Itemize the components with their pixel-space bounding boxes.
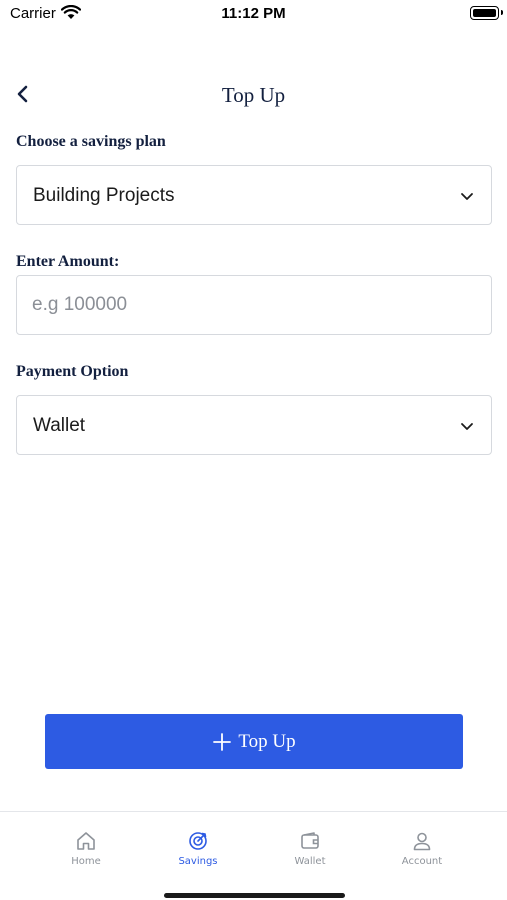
battery-icon [470, 6, 503, 20]
plan-label: Choose a savings plan [16, 133, 166, 150]
chevron-down-icon [461, 423, 473, 430]
status-time: 11:12 PM [221, 5, 286, 22]
home-icon [77, 832, 95, 850]
plus-icon [213, 732, 232, 751]
tab-bar: Home Savings Wallet Account [0, 811, 507, 900]
tab-wallet[interactable]: Wallet [265, 830, 355, 867]
payment-label: Payment Option [16, 363, 129, 380]
chevron-down-icon [461, 193, 473, 200]
status-bar: Carrier 11:12 PM [0, 0, 507, 30]
amount-label: Enter Amount: [16, 253, 120, 270]
tab-savings[interactable]: Savings [153, 830, 243, 867]
tab-account-label: Account [401, 856, 443, 867]
tab-account[interactable]: Account [377, 830, 467, 867]
tab-wallet-label: Wallet [294, 856, 326, 867]
plan-selected-value: Building Projects [33, 185, 175, 206]
payment-selected-value: Wallet [33, 415, 86, 436]
payment-select[interactable]: Wallet [16, 395, 492, 455]
plan-select[interactable]: Building Projects [16, 165, 492, 225]
tab-savings-label: Savings [178, 856, 218, 867]
target-icon [189, 832, 207, 850]
tab-home[interactable]: Home [41, 830, 131, 867]
amount-field[interactable] [16, 275, 492, 335]
user-icon [413, 832, 431, 851]
top-up-button-label: Top Up [238, 730, 296, 752]
amount-input[interactable] [32, 288, 472, 322]
tab-home-label: Home [71, 856, 101, 867]
wallet-icon [301, 832, 319, 849]
top-up-button[interactable]: Top Up [45, 714, 463, 769]
home-indicator [164, 893, 345, 898]
page-title: Top Up [221, 83, 286, 107]
